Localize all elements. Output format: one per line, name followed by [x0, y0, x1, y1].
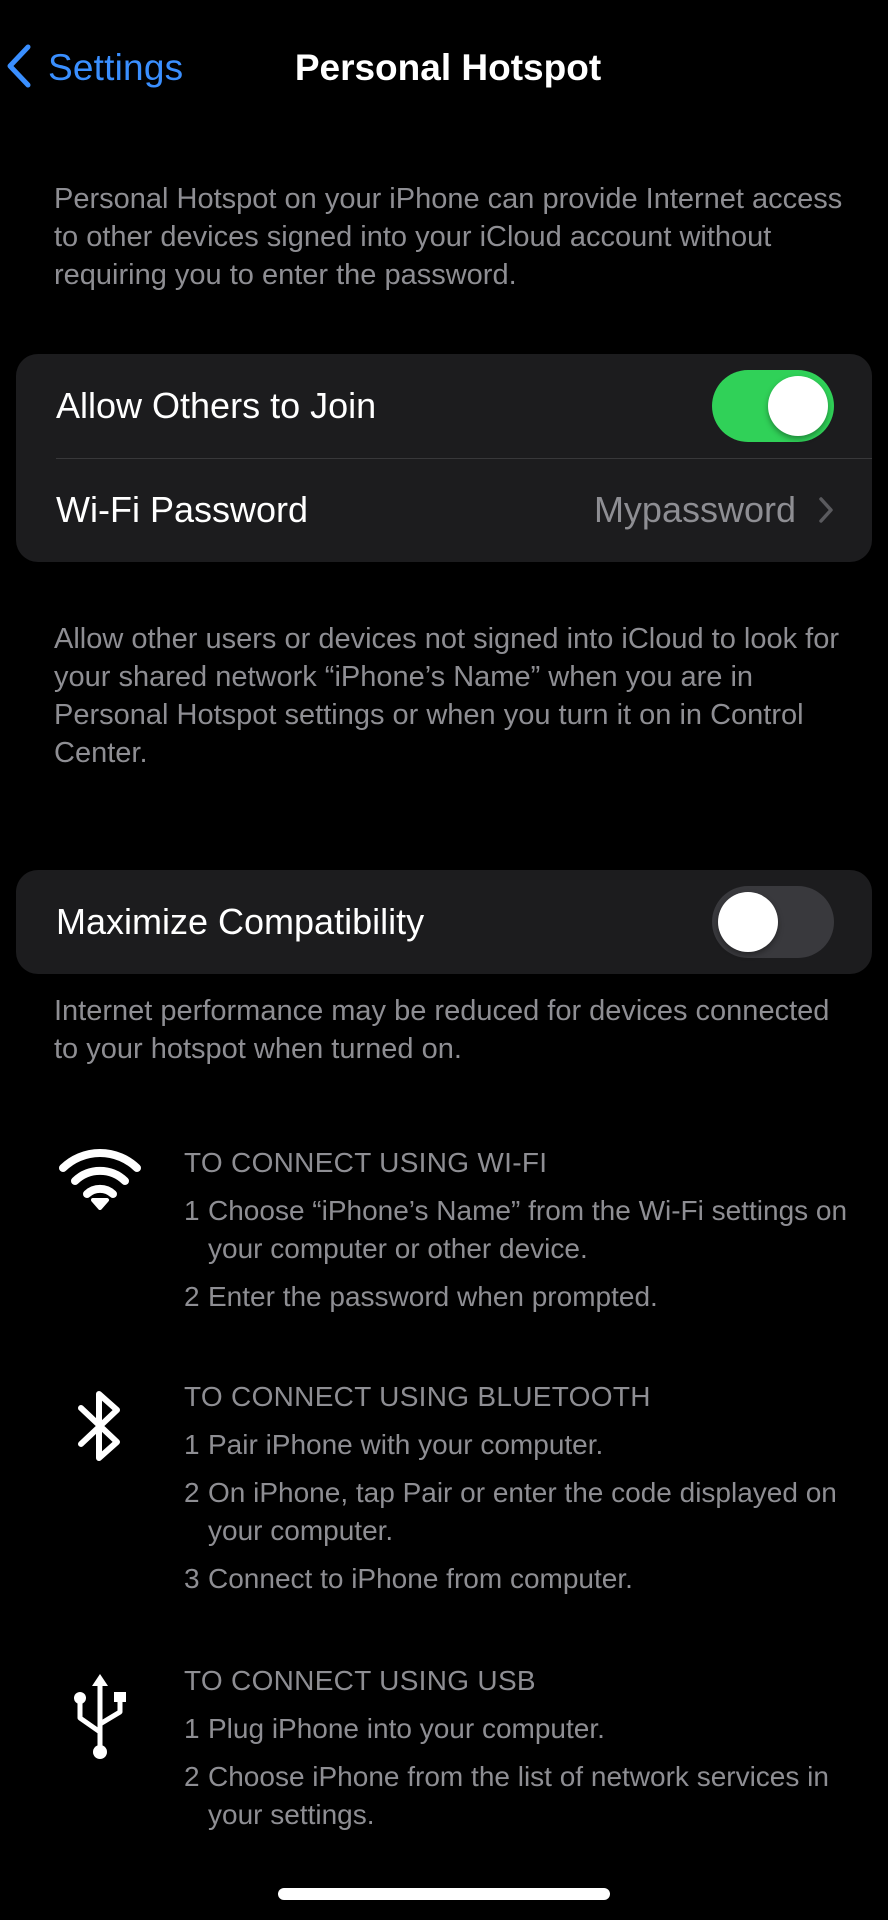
- step-text: Plug iPhone into your computer.: [208, 1713, 605, 1744]
- maximize-compatibility-label: Maximize Compatibility: [56, 901, 425, 942]
- home-indicator[interactable]: [278, 1888, 610, 1900]
- bluetooth-instructions-heading: TO CONNECT USING BLUETOOTH: [184, 1381, 651, 1412]
- step-number: 1: [184, 1429, 200, 1460]
- maximize-compatibility-note: Internet performance may be reduced for …: [54, 995, 830, 1065]
- personal-hotspot-screen: Settings Personal Hotspot Personal Hotsp…: [0, 0, 888, 1920]
- step-number: 2: [184, 1477, 200, 1508]
- wifi-password-label: Wi-Fi Password: [56, 489, 309, 530]
- usb-instructions-heading: TO CONNECT USING USB: [184, 1665, 536, 1696]
- wifi-instructions-body: TO CONNECT USING WI-FI 1 Choose “iPhone’…: [184, 1144, 854, 1326]
- list-item: 3 Connect to iPhone from computer.: [184, 1560, 854, 1598]
- hotspot-settings-group: Allow Others to Join Wi-Fi Password Mypa…: [16, 354, 872, 562]
- step-text: Connect to iPhone from computer.: [208, 1563, 633, 1594]
- toggle-knob: [768, 376, 828, 436]
- list-item: 1 Pair iPhone with your computer.: [184, 1426, 854, 1464]
- wifi-instructions-heading: TO CONNECT USING WI-FI: [184, 1147, 548, 1178]
- step-text: Enter the password when prompted.: [208, 1281, 658, 1312]
- wifi-password-value: Mypassword: [593, 489, 796, 530]
- list-item: 2 Enter the password when prompted.: [184, 1278, 854, 1316]
- intro-note: Personal Hotspot on your iPhone can prov…: [54, 183, 843, 291]
- list-item: 1 Plug iPhone into your computer.: [184, 1710, 854, 1748]
- step-text: Pair iPhone with your computer.: [208, 1429, 604, 1460]
- step-number: 3: [184, 1563, 200, 1594]
- bluetooth-instructions-body: TO CONNECT USING BLUETOOTH 1 Pair iPhone…: [184, 1378, 854, 1608]
- navigation-bar: Settings Personal Hotspot: [0, 0, 888, 140]
- step-number: 2: [184, 1281, 200, 1312]
- step-number: 1: [184, 1195, 200, 1226]
- toggle-knob: [718, 892, 778, 952]
- step-number: 2: [184, 1761, 200, 1792]
- maximize-compatibility-toggle[interactable]: [712, 886, 834, 958]
- allow-others-note: Allow other users or devices not signed …: [54, 623, 840, 769]
- allow-others-row: Allow Others to Join: [16, 354, 872, 458]
- usb-instructions-body: TO CONNECT USING USB 1 Plug iPhone into …: [184, 1662, 854, 1844]
- step-text: On iPhone, tap Pair or enter the code di…: [208, 1477, 837, 1546]
- step-text: Choose iPhone from the list of network s…: [208, 1761, 829, 1830]
- list-item: 2 On iPhone, tap Pair or enter the code …: [184, 1474, 854, 1550]
- bluetooth-icon: [52, 1390, 148, 1462]
- chevron-right-icon: [818, 496, 834, 524]
- compatibility-group: Maximize Compatibility: [16, 870, 872, 974]
- allow-others-toggle[interactable]: [712, 370, 834, 442]
- usb-icon: [52, 1670, 148, 1762]
- wifi-password-row[interactable]: Wi-Fi Password Mypassword: [16, 458, 872, 562]
- maximize-compatibility-row: Maximize Compatibility: [16, 870, 872, 974]
- step-text: Choose “iPhone’s Name” from the Wi-Fi se…: [208, 1195, 848, 1264]
- list-item: 1 Choose “iPhone’s Name” from the Wi-Fi …: [184, 1192, 854, 1268]
- list-item: 2 Choose iPhone from the list of network…: [184, 1758, 854, 1834]
- step-number: 1: [184, 1713, 200, 1744]
- allow-others-label: Allow Others to Join: [56, 385, 377, 426]
- wifi-icon: [52, 1144, 148, 1210]
- page-title: Personal Hotspot: [294, 47, 602, 88]
